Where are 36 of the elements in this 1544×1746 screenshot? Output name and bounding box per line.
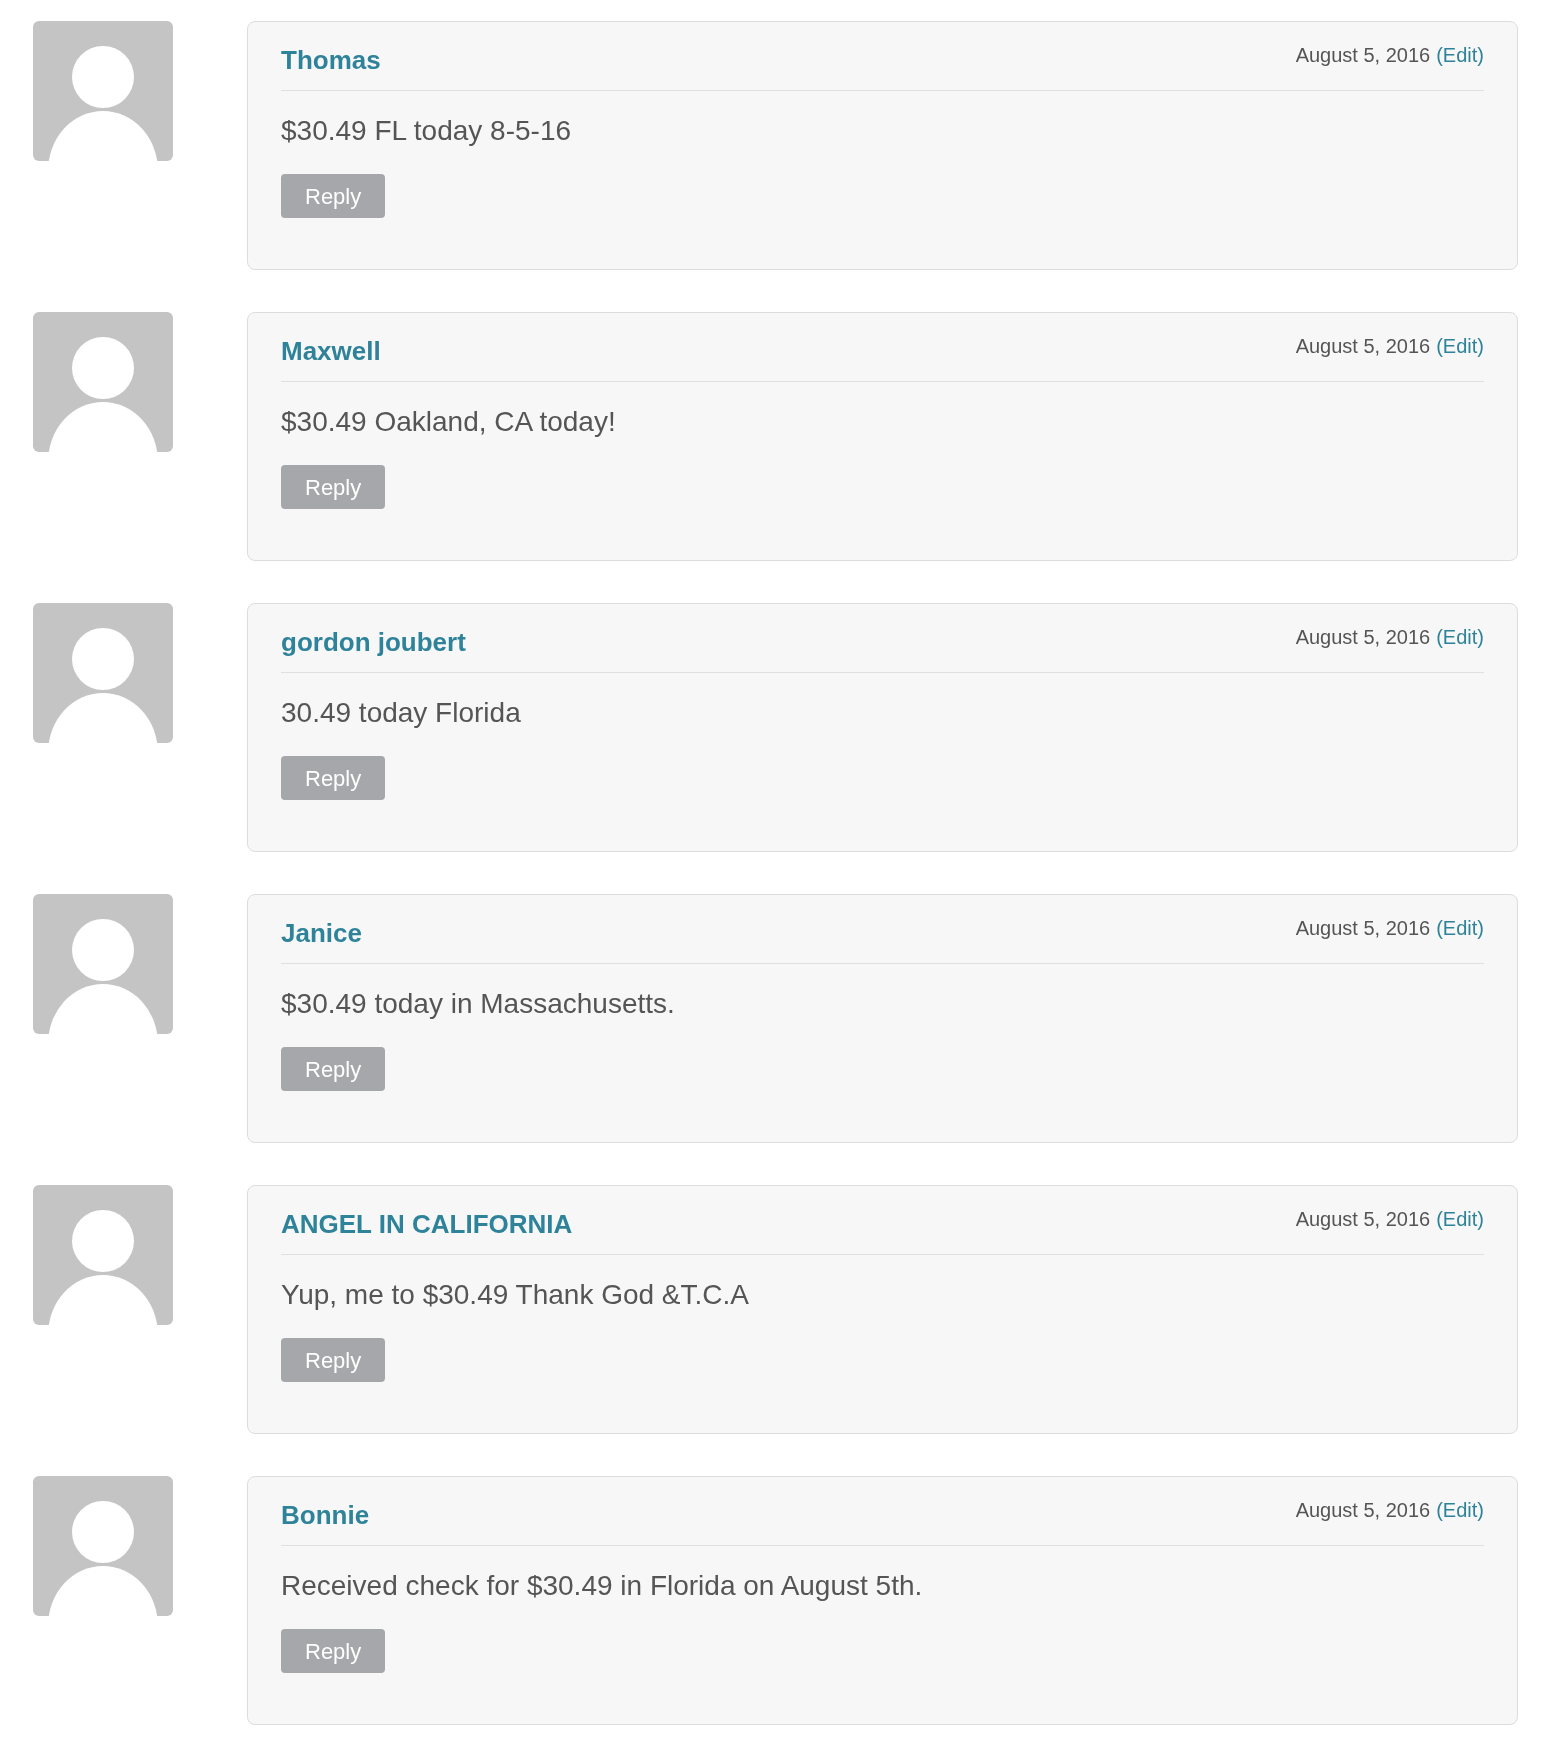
- author-link[interactable]: Janice: [281, 915, 362, 951]
- comment-date: August 5, 2016: [1295, 43, 1431, 68]
- comment-date: August 5, 2016: [1295, 334, 1431, 359]
- reply-button[interactable]: Reply: [281, 174, 386, 218]
- edit-link[interactable]: (Edit): [1436, 915, 1484, 941]
- reply-button[interactable]: Reply: [281, 1338, 386, 1382]
- avatar-icon: [33, 894, 173, 1034]
- edit-link[interactable]: (Edit): [1436, 624, 1484, 650]
- avatar-icon: [33, 1185, 173, 1325]
- edit-link[interactable]: (Edit): [1436, 1206, 1484, 1232]
- edit-link[interactable]: (Edit): [1436, 333, 1484, 359]
- comment-date: August 5, 2016: [1295, 1207, 1431, 1232]
- avatar-icon: [33, 603, 173, 743]
- reply-button[interactable]: Reply: [281, 756, 386, 800]
- comment-text: $30.49 today in Massachusetts.: [281, 987, 676, 1021]
- avatar-icon: [33, 1476, 173, 1616]
- author-link[interactable]: gordon joubert: [281, 624, 466, 660]
- comment-text: Received check for $30.49 in Florida on August 5th.: [281, 1569, 924, 1603]
- author-link[interactable]: Maxwell: [281, 333, 381, 369]
- avatar-icon: [33, 21, 173, 161]
- author-link[interactable]: ANGEL IN CALIFORNIA: [281, 1206, 573, 1242]
- comment-text: 30.49 today Florida: [281, 696, 522, 730]
- comment-date: August 5, 2016: [1295, 625, 1431, 650]
- edit-link[interactable]: (Edit): [1436, 42, 1484, 68]
- edit-link[interactable]: (Edit): [1436, 1497, 1484, 1523]
- comment-date: August 5, 2016: [1295, 1498, 1431, 1523]
- comment-text: $30.49 Oakland, CA today!: [281, 405, 617, 439]
- author-link[interactable]: Bonnie: [281, 1497, 370, 1533]
- reply-button[interactable]: Reply: [281, 1047, 386, 1091]
- avatar-icon: [33, 312, 173, 452]
- comment-text: Yup, me to $30.49 Thank God &T.C.A: [281, 1278, 750, 1312]
- reply-button[interactable]: Reply: [281, 465, 386, 509]
- author-link[interactable]: Thomas: [281, 42, 381, 78]
- comment-date: August 5, 2016: [1295, 916, 1431, 941]
- comment-text: $30.49 FL today 8-5-16: [281, 114, 573, 148]
- reply-button[interactable]: Reply: [281, 1629, 386, 1673]
